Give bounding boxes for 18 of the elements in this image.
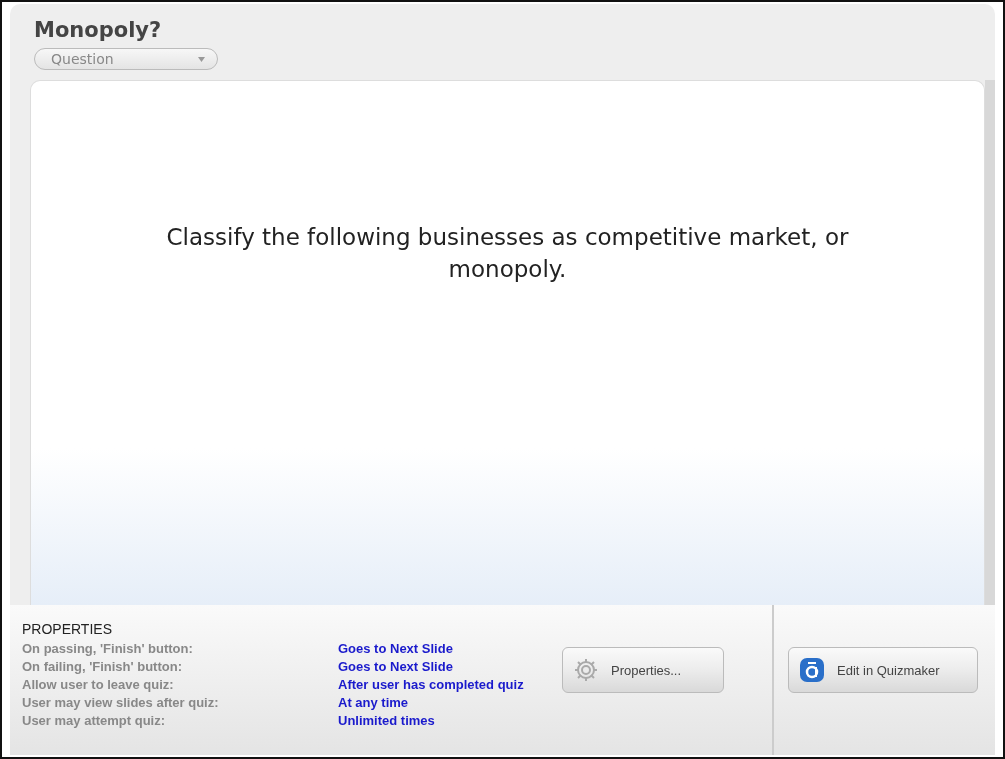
property-value[interactable]: Unlimited times <box>338 712 562 730</box>
gear-icon <box>573 657 599 683</box>
property-value[interactable]: Goes to Next Slide <box>338 658 562 676</box>
property-value[interactable]: After user has completed quiz <box>338 676 562 694</box>
property-value[interactable]: Goes to Next Slide <box>338 640 562 658</box>
properties-button[interactable]: Properties... <box>562 647 724 693</box>
edit-in-quizmaker-button[interactable]: Edit in Quizmaker <box>788 647 978 693</box>
slide-title: Monopoly? <box>34 18 163 42</box>
app-icon <box>799 657 825 683</box>
question-text: Classify the following businesses as competitive market, or monopoly. <box>165 223 850 285</box>
property-label: User may attempt quiz: <box>22 712 167 730</box>
property-label: On failing, 'Finish' button: <box>22 658 183 676</box>
property-label: User may view slides after quiz: <box>22 694 220 712</box>
properties-heading: PROPERTIES <box>22 621 113 637</box>
property-value[interactable]: At any time <box>338 694 562 712</box>
property-label: On passing, 'Finish' button: <box>22 640 194 658</box>
property-label: Allow user to leave quiz: <box>22 676 175 694</box>
caret-icon <box>198 56 205 62</box>
